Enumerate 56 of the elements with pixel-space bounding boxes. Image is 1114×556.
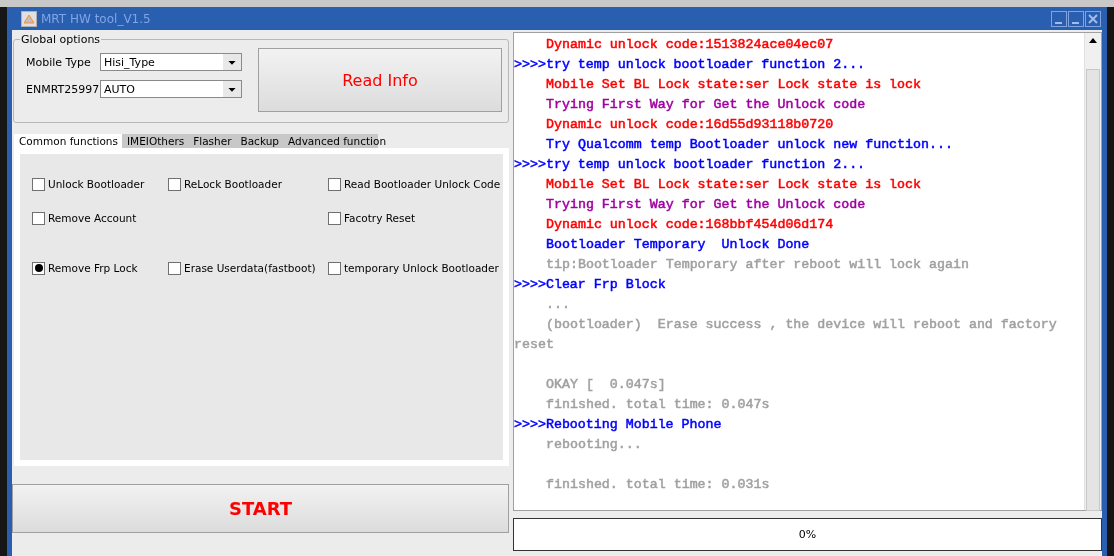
log-line: finished. total time: 0.047s [545,396,771,414]
caret-icon [223,81,241,97]
field-label: Mobile Type [26,55,92,69]
dropdown[interactable]: Hisi_Type [100,53,242,71]
checkbox[interactable] [168,177,181,191]
scrollbar[interactable] [1084,33,1101,510]
checkbox[interactable] [168,261,181,275]
dropdown[interactable]: AUTO [100,80,242,98]
log-line: rebooting... [545,436,643,454]
log-line: OKAY [ 0.047s] [545,376,667,394]
option-label: Read Bootloader Unlock Code [344,178,501,190]
log-line: Dynamic unlock code:168bbf454d06d174 [545,216,835,234]
option-label: ReLock Bootloader [184,178,282,190]
checkbox[interactable] [32,211,45,225]
progress-reading: 0% [798,528,817,541]
close-icon[interactable] [1085,10,1101,27]
minimize-icon[interactable] [1068,10,1084,27]
log-line: >>>>Rebooting Mobile Phone [514,416,723,434]
option-label: Erase Userdata(fastboot) [184,262,316,274]
log-line: (bootloader) Erase success , the device will reboot and factory reset [514,316,1058,354]
option-label: temporary Unlock Bootloader [344,262,499,274]
log-line: Trying First Way for Get the Unlock code [545,196,867,214]
option-label: Remove Account [48,212,137,224]
tab[interactable]: Flasher [188,134,236,148]
log-line: Dynamic unlock code:1513824ace04ec07 [545,36,835,54]
field-label: ENMRT25997 [26,82,98,96]
log-line: Trying First Way for Get the Unlock code [545,96,867,114]
tab[interactable]: Advanced function [282,134,391,148]
log-line: Dynamic unlock code:16d55d93118b0720 [545,116,835,134]
caret-icon [223,54,241,70]
log-line: Mobile Set BL Lock state:ser Lock state is lock [545,76,923,94]
tab[interactable]: Common functions [14,134,122,148]
option-label: Remove Frp Lock [48,262,138,274]
scroll-thumb[interactable] [1086,69,1100,511]
checkbox[interactable] [32,261,45,275]
tab[interactable]: Backup [235,134,283,148]
log-line: >>>>Clear Frp Block [514,276,667,294]
log-line: Try Qualcomm temp Bootloader unlock new function... [545,136,954,154]
minimize-icon[interactable] [1051,10,1067,27]
log-line: ... [545,296,571,314]
app-icon [21,10,37,27]
log-line: Bootloader Temporary Unlock Done [545,236,811,254]
window-title: MRT HW tool_V1.5 [41,11,151,26]
checkbox[interactable] [328,177,341,191]
log-line: tip:Bootloader Temporary after reboot will lock again [545,256,970,274]
option-label: Unlock Bootloader [48,178,145,190]
checkbox[interactable] [328,261,341,275]
tab[interactable]: IMEIOthers [122,134,189,148]
checkbox[interactable] [32,177,45,191]
checkbox[interactable] [328,211,341,225]
option-label: Facotry Reset [344,212,416,224]
log-line: >>>>try temp unlock bootloader function 2... [514,156,867,174]
group-label: Global options [20,33,102,46]
log-line: Mobile Set BL Lock state:ser Lock state is lock [545,176,923,194]
log-line: >>>>try temp unlock bootloader function 2... [514,56,867,74]
log-line: finished. total time: 0.031s [545,476,771,494]
